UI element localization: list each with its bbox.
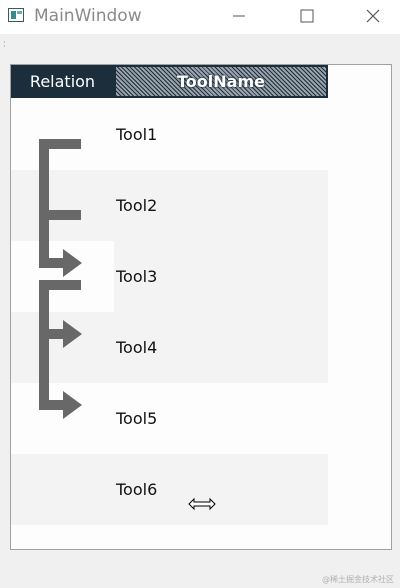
- minimize-icon: [233, 15, 245, 17]
- table-row[interactable]: Tool3: [11, 241, 328, 312]
- minimize-button[interactable]: [216, 0, 262, 32]
- tool-name-cell: Tool2: [116, 196, 158, 215]
- table-row[interactable]: Tool6: [11, 454, 328, 525]
- table-row[interactable]: Tool5: [11, 383, 328, 454]
- table-row[interactable]: Tool4: [11, 312, 328, 383]
- table-row[interactable]: Tool1: [11, 99, 328, 170]
- table-row[interactable]: Tool2: [11, 170, 328, 241]
- window-title: MainWindow: [34, 6, 142, 26]
- title-bar[interactable]: MainWindow: [0, 0, 400, 34]
- relation-cell: [11, 241, 114, 312]
- close-icon: [366, 9, 380, 23]
- maximize-icon: [300, 9, 314, 23]
- app-icon: [8, 8, 24, 22]
- tool-name-cell: Tool1: [116, 125, 158, 144]
- column-header-relation[interactable]: Relation: [11, 65, 114, 98]
- tool-name-cell: Tool6: [116, 480, 158, 499]
- data-grid: Relation ToolName Tool1 Tool2 Tool3 Tool4 To…: [10, 64, 392, 550]
- tool-name-cell: Tool5: [116, 409, 158, 428]
- tool-name-cell: Tool3: [116, 267, 158, 286]
- column-header-toolname[interactable]: ToolName: [114, 65, 328, 98]
- maximize-button[interactable]: [284, 0, 330, 32]
- close-button[interactable]: [350, 0, 396, 32]
- resize-horizontal-cursor-icon: [188, 497, 216, 511]
- watermark: @稀土掘金技术社区: [322, 575, 394, 584]
- tool-name-cell: Tool4: [116, 338, 158, 357]
- drag-grip-icon[interactable]: · ·: [3, 39, 6, 51]
